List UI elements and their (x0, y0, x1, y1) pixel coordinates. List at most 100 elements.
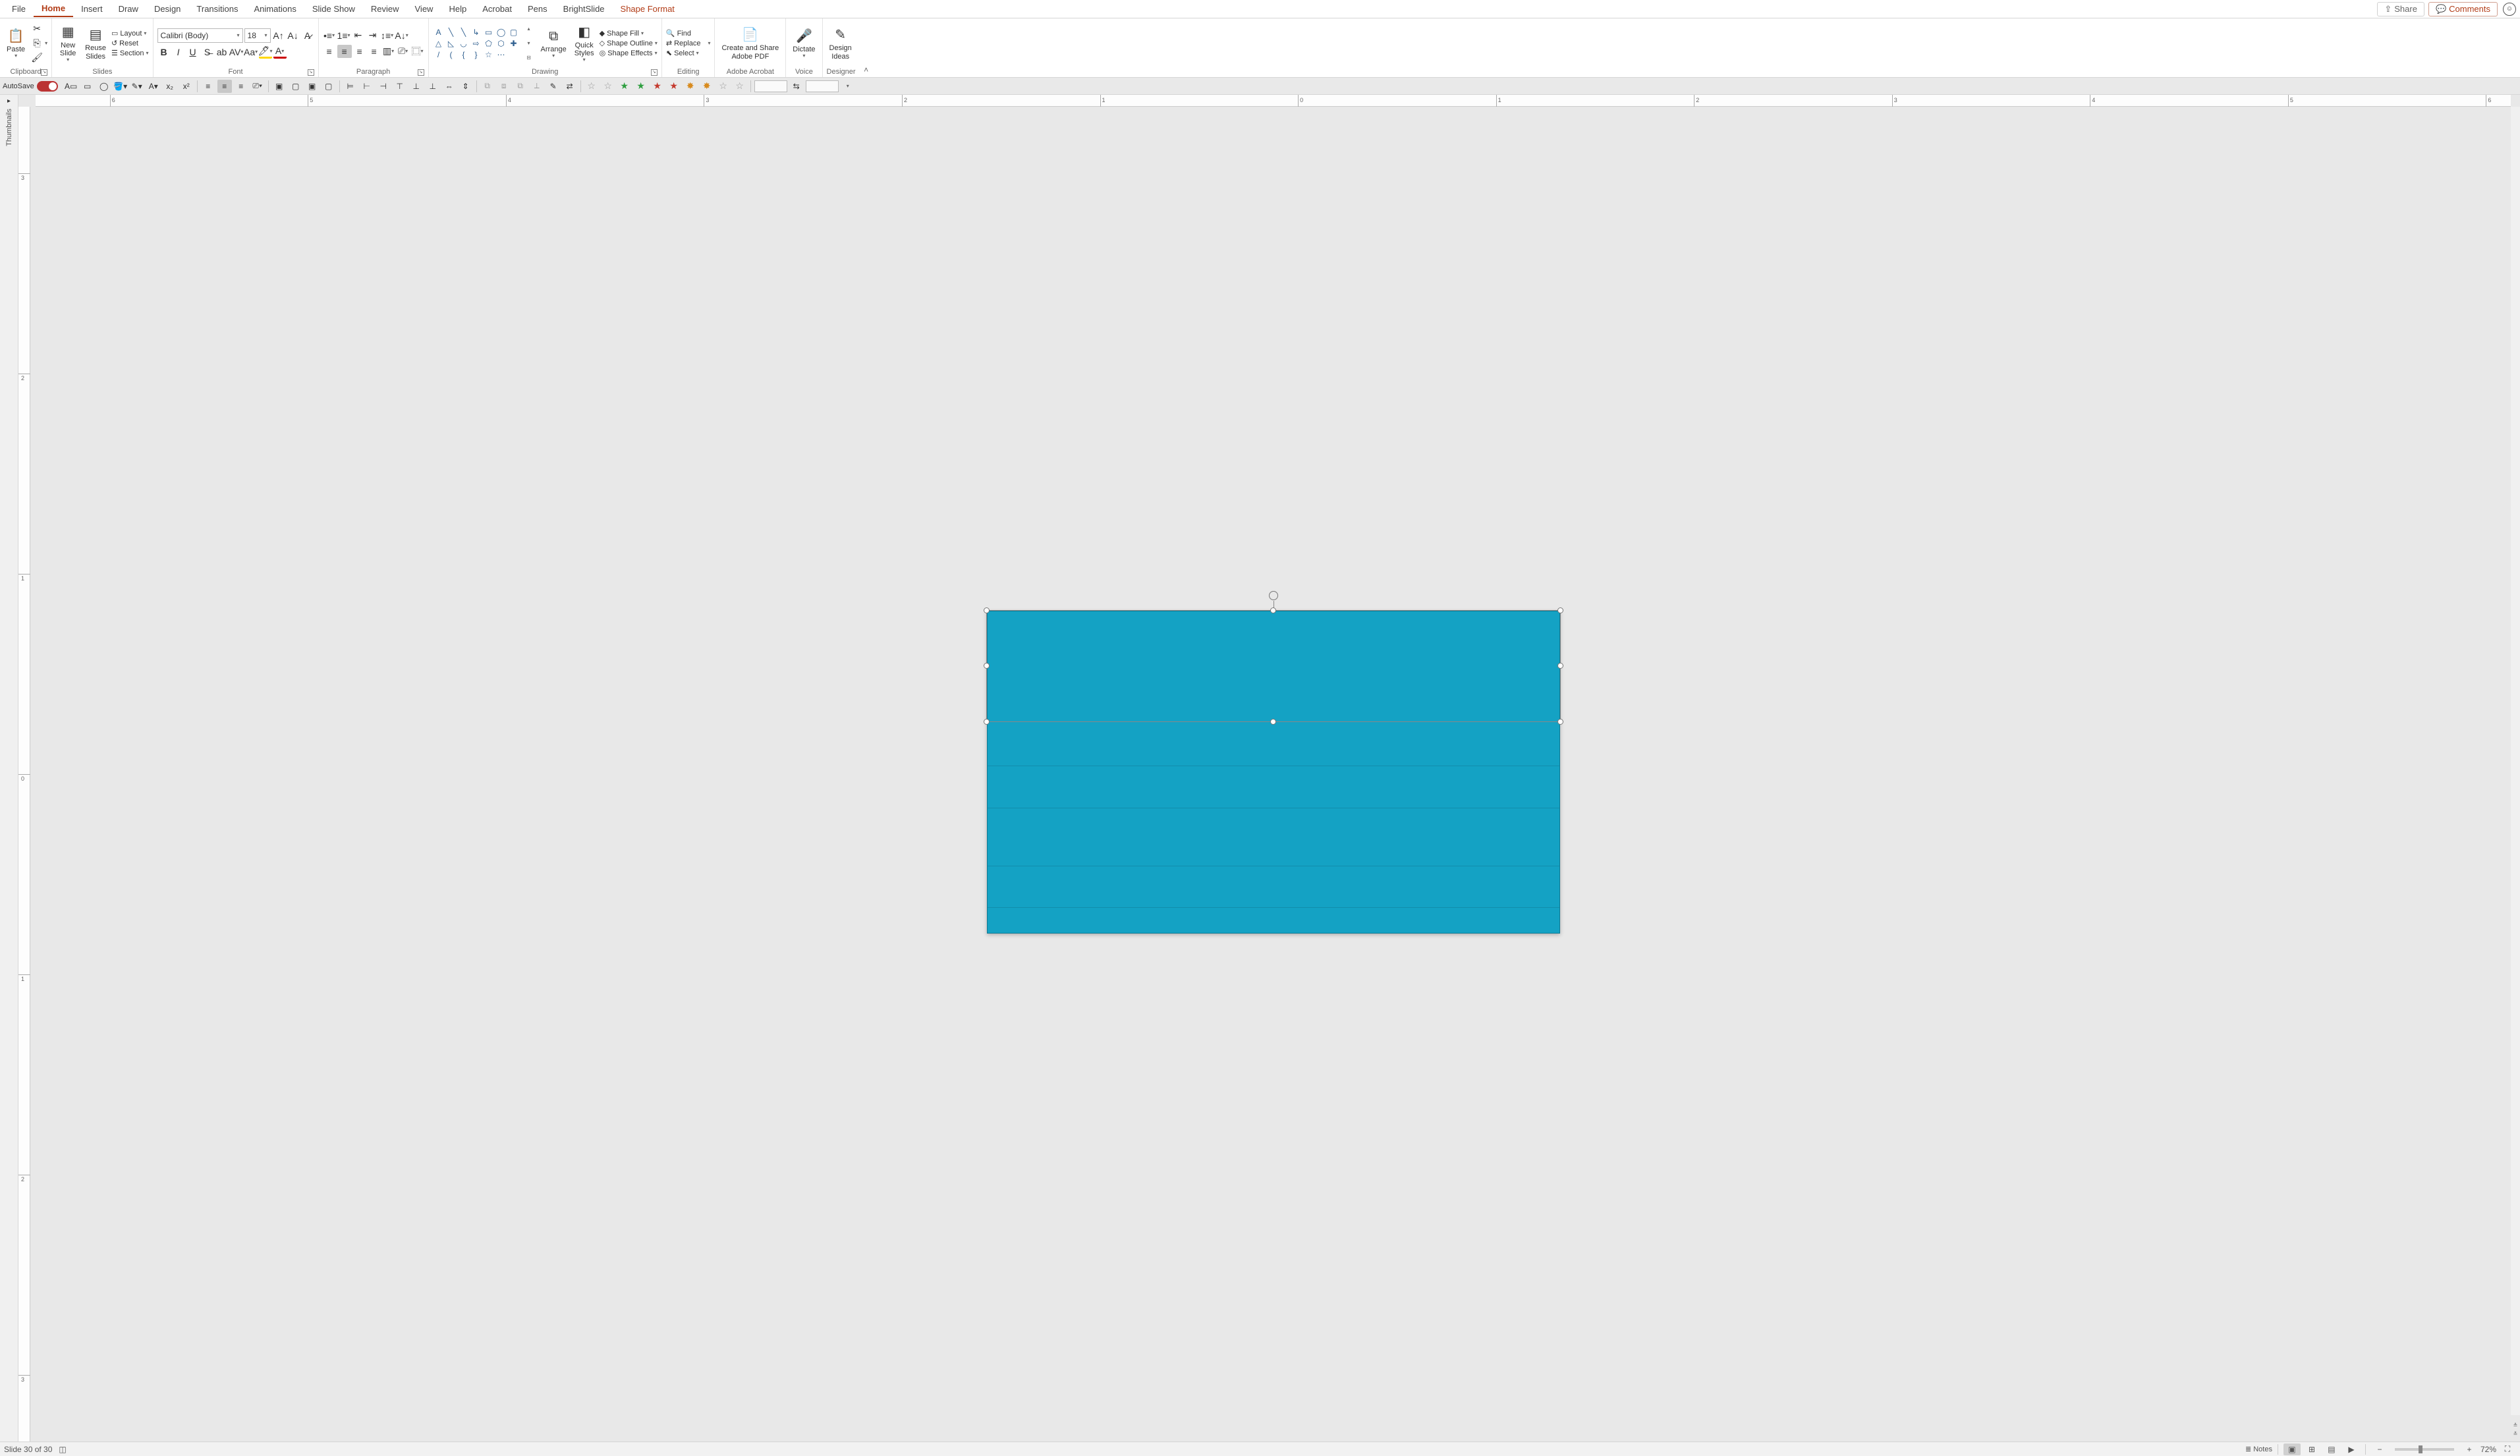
qat-group-button[interactable]: ⧉ (480, 80, 495, 93)
quick-styles-button[interactable]: ◧ Quick Styles ▾ (572, 22, 597, 65)
highlight-button[interactable]: 🖊▾ (259, 45, 272, 59)
qat-oval-button[interactable]: ◯ (97, 80, 111, 93)
qat-star-empty-2[interactable]: ☆ (601, 80, 615, 93)
tab-acrobat[interactable]: Acrobat (474, 1, 520, 16)
slide[interactable] (987, 611, 1560, 934)
qat-align-obj-top-button[interactable]: ⊤ (393, 80, 407, 93)
qat-distribute-h-button[interactable]: ⇔ (442, 80, 457, 93)
shape-arc-icon[interactable]: ◡ (458, 38, 470, 49)
shape-line-icon[interactable]: ╲ (445, 27, 457, 38)
shape-roundrect-icon[interactable]: ▢ (508, 27, 520, 38)
qat-flip-h-button[interactable]: ⇄ (563, 80, 577, 93)
shape-rtriangle-icon[interactable]: ◺ (445, 38, 457, 49)
zoom-slider[interactable] (2395, 1448, 2454, 1451)
qat-star-outline-1[interactable]: ☆ (716, 80, 731, 93)
align-text-button[interactable]: ⎚▾ (397, 45, 410, 58)
zoom-out-button[interactable]: − (2371, 1443, 2388, 1455)
horizontal-ruler[interactable]: 6 5 4 3 2 1 0 1 2 3 4 5 6 (36, 95, 2511, 107)
create-pdf-button[interactable]: 📄 Create and Share Adobe PDF (719, 24, 781, 61)
qat-align-obj-bottom-button[interactable]: ⊥ (426, 80, 440, 93)
share-button[interactable]: ⇪ Share (2377, 2, 2424, 16)
vertical-scrollbar[interactable]: ≙ ≚ (2511, 107, 2520, 1415)
font-size-combo[interactable]: 18▾ (244, 28, 271, 43)
cut-button[interactable]: ✂ (30, 22, 43, 36)
columns-button[interactable]: ▥▾ (382, 45, 395, 58)
qat-align-left-button[interactable]: ≡ (201, 80, 215, 93)
shape-lbrace-icon[interactable]: { (458, 49, 470, 60)
qat-superscript-button[interactable]: x² (179, 80, 194, 93)
qat-star-orange-2[interactable]: ✸ (700, 80, 714, 93)
shape-lparen-icon[interactable]: ( (445, 49, 457, 60)
shape-slash-icon[interactable]: / (433, 49, 445, 60)
decrease-indent-button[interactable]: ⇤ (352, 29, 365, 42)
notes-button[interactable]: ≣Notes (2245, 1445, 2272, 1453)
align-right-button[interactable]: ≡ (353, 45, 366, 58)
qat-align-obj-left-button[interactable]: ⊨ (343, 80, 358, 93)
tab-home[interactable]: Home (34, 1, 73, 17)
prev-slide-button[interactable]: ≙ (2511, 1422, 2520, 1430)
qat-star-outline-2[interactable]: ☆ (733, 80, 747, 93)
increase-font-button[interactable]: A↑ (272, 29, 285, 42)
tab-review[interactable]: Review (363, 1, 407, 16)
slide-indicator[interactable]: Slide 30 of 30 (4, 1445, 52, 1454)
shape-arrow-icon[interactable]: ⇨ (470, 38, 482, 49)
tab-pens[interactable]: Pens (520, 1, 555, 16)
qat-shape-fill-button[interactable]: 🪣▾ (113, 80, 128, 93)
shape-star-icon[interactable]: ☆ (483, 49, 495, 60)
handle-sw[interactable] (984, 719, 990, 725)
rotate-handle[interactable] (1269, 591, 1278, 600)
tab-insert[interactable]: Insert (73, 1, 111, 16)
qat-align-obj-right-button[interactable]: ⊣ (376, 80, 391, 93)
shape-hexagon-icon[interactable]: ⬡ (495, 38, 507, 49)
qat-align-text-button[interactable]: ⎚▾ (250, 80, 265, 93)
increase-indent-button[interactable]: ⇥ (366, 29, 379, 42)
shape-connector-icon[interactable]: ↳ (470, 27, 482, 38)
bold-button[interactable]: B (157, 45, 171, 59)
handle-w[interactable] (984, 663, 990, 669)
qat-distribute-v-button[interactable]: ⇕ (459, 80, 473, 93)
reset-button[interactable]: ↺Reset (111, 39, 149, 47)
qat-more-button[interactable]: ▾ (841, 80, 855, 93)
tab-shape-format[interactable]: Shape Format (613, 1, 683, 16)
shape-rbrace-icon[interactable]: } (470, 49, 482, 60)
change-case-button[interactable]: Aa▾ (244, 45, 258, 59)
strikethrough-button[interactable]: S̶ (201, 45, 214, 59)
qat-star-green-1[interactable]: ★ (617, 80, 632, 93)
shape-triangle-icon[interactable]: △ (433, 38, 445, 49)
comments-button[interactable]: 💬 Comments (2428, 2, 2498, 16)
qat-star-empty-1[interactable]: ☆ (584, 80, 599, 93)
arrange-button[interactable]: ⧉ Arrange ▾ (538, 26, 569, 61)
underline-button[interactable]: U (186, 45, 200, 59)
tab-draw[interactable]: Draw (111, 1, 146, 16)
align-left-button[interactable]: ≡ (323, 45, 336, 58)
qat-align-obj-center-button[interactable]: ⊢ (360, 80, 374, 93)
shapes-scroll-down[interactable]: ▾ (522, 37, 536, 50)
italic-button[interactable]: I (172, 45, 185, 59)
handle-e[interactable] (1557, 663, 1563, 669)
reuse-slides-button[interactable]: ▤ Reuse Slides (82, 24, 109, 61)
shape-fill-button[interactable]: ◆Shape Fill▾ (600, 29, 658, 38)
shape-oval-icon[interactable]: ◯ (495, 27, 507, 38)
shapes-gallery[interactable]: A ╲ ╲ ↳ ▭ ◯ ▢ △ ◺ ◡ ⇨ ⬠ ⬡ ✚ / ( { (433, 27, 520, 60)
drawing-dialog-launcher[interactable]: ↘ (651, 69, 658, 76)
font-dialog-launcher[interactable]: ↘ (308, 69, 314, 76)
bullets-button[interactable]: •≡▾ (323, 29, 336, 42)
qat-swap-button[interactable]: ⇆ (789, 80, 804, 93)
vertical-ruler[interactable]: 3 2 1 0 1 2 3 (18, 107, 30, 1442)
select-button[interactable]: ⬉Select▾ (666, 49, 711, 57)
slide-viewport[interactable] (36, 107, 2511, 1438)
shapes-more-icon[interactable]: ⋯ (495, 49, 507, 60)
qat-bring-front-button[interactable]: ▣ (305, 80, 320, 93)
text-direction-button[interactable]: A↓▾ (395, 29, 408, 42)
format-painter-button[interactable]: 🖌 (30, 51, 43, 65)
replace-button[interactable]: ⇄Replace▾ (666, 39, 711, 47)
shape-rect-icon[interactable]: ▭ (483, 27, 495, 38)
align-center-button[interactable]: ≡ (337, 45, 352, 58)
copy-button[interactable]: ⎘ (30, 37, 43, 50)
feedback-smiley-button[interactable]: ☺ (2503, 3, 2516, 16)
qat-star-orange-1[interactable]: ✸ (683, 80, 698, 93)
qat-subscript-button[interactable]: x₂ (163, 80, 177, 93)
tab-help[interactable]: Help (441, 1, 474, 16)
qat-send-back-button[interactable]: ▢ (322, 80, 336, 93)
zoom-in-button[interactable]: + (2461, 1443, 2478, 1455)
